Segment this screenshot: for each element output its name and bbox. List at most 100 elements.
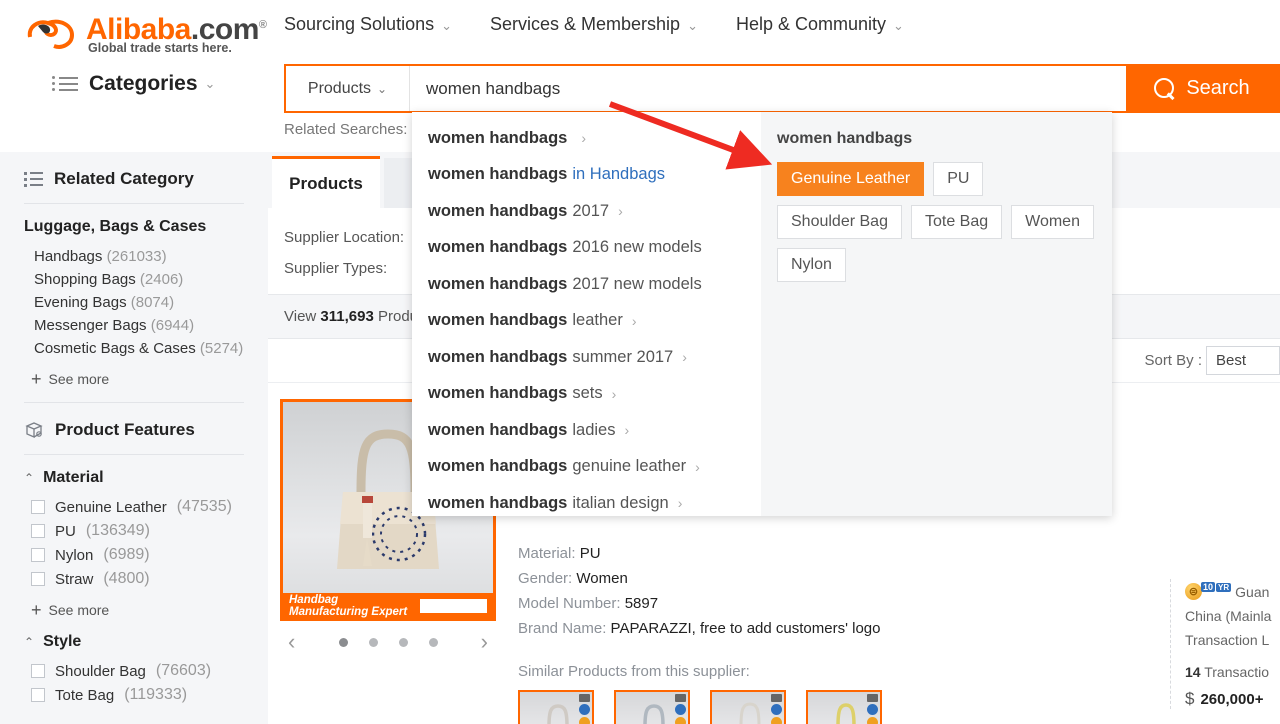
suggestion-item[interactable]: women handbags › xyxy=(412,120,761,157)
suggestion-rest: summer 2017 xyxy=(572,348,673,367)
category-count: (6944) xyxy=(151,317,194,334)
refinement-chip-women[interactable]: Women xyxy=(1011,205,1094,239)
suggestion-rest: 2017 xyxy=(572,202,609,221)
alibaba-logo[interactable]: Alibaba.com® Global trade starts here. xyxy=(26,11,262,55)
facet-option-tote-bag[interactable]: Tote Bag (119333) xyxy=(24,683,244,707)
suggestion-rest: italian design xyxy=(572,494,668,513)
chevron-right-icon[interactable]: › xyxy=(481,631,488,653)
refinement-chip-pu[interactable]: PU xyxy=(933,162,983,196)
gallery-dot[interactable] xyxy=(429,638,438,647)
similar-product-thumb[interactable]: Handbag Manufacturing Expert xyxy=(806,690,882,724)
suggestion-rest: 2016 new models xyxy=(572,238,701,257)
suggestion-item[interactable]: women handbags leather › xyxy=(412,303,761,340)
banner-text: Handbag Manufacturing Expert xyxy=(289,594,420,618)
sidebar-category-shopping-bags[interactable]: Shopping Bags (2406) xyxy=(24,268,244,291)
facet-option-genuine-leather[interactable]: Genuine Leather (47535) xyxy=(24,495,244,519)
suggestion-rest: sets xyxy=(572,384,602,403)
suggestion-item[interactable]: women handbags 2016 new models xyxy=(412,230,761,267)
suggestion-item[interactable]: women handbags genuine leather › xyxy=(412,449,761,486)
spec-model-number: Model Number: 5897 xyxy=(518,591,1280,616)
checkbox[interactable] xyxy=(31,524,45,538)
facet-header-style[interactable]: ⌃ Style xyxy=(24,633,244,651)
assessed-badge-icon xyxy=(771,694,782,702)
facet-option-pu[interactable]: PU (136349) xyxy=(24,519,244,543)
checkbox[interactable] xyxy=(31,548,45,562)
chip-label: PU xyxy=(947,170,969,187)
gallery-dot[interactable] xyxy=(369,638,378,647)
gallery-dot[interactable] xyxy=(339,638,348,647)
sidebar-category-cosmetic-bags-cases[interactable]: Cosmetic Bags & Cases (5274) xyxy=(24,337,244,360)
suggestion-item[interactable]: women handbags 2017 new models xyxy=(412,266,761,303)
categories-button[interactable]: Categories ⌄ xyxy=(52,72,215,96)
chevron-down-icon: ⌄ xyxy=(441,18,452,34)
search-scope-label: Products xyxy=(308,80,371,98)
checkbox[interactable] xyxy=(31,572,45,586)
suggestion-bold: women handbags xyxy=(428,348,567,367)
facet-option-nylon[interactable]: Nylon (6989) xyxy=(24,543,244,567)
suggestion-bold: women handbags xyxy=(428,238,567,257)
chevron-down-icon: ⌄ xyxy=(893,18,904,34)
chevron-down-icon: ⌄ xyxy=(205,76,216,92)
sidebar-category-handbags[interactable]: Handbags (261033) xyxy=(24,245,244,268)
thumb-badges xyxy=(771,694,782,724)
suggestion-item[interactable]: women handbags ladies › xyxy=(412,412,761,449)
topnav-item-help-community[interactable]: Help & Community⌄ xyxy=(736,14,904,35)
topnav-item-services-membership[interactable]: Services & Membership⌄ xyxy=(490,14,698,35)
material-see-more-button[interactable]: + See more xyxy=(31,601,244,619)
chevron-right-icon: › xyxy=(695,459,700,475)
refinement-chip-tote-bag[interactable]: Tote Bag xyxy=(911,205,1002,239)
gallery-dot[interactable] xyxy=(399,638,408,647)
category-see-more-button[interactable]: + See more xyxy=(31,370,244,388)
list-icon xyxy=(52,76,78,92)
facet-option-label: Straw xyxy=(55,571,93,588)
chevron-right-icon: › xyxy=(682,349,687,365)
sidebar-category-messenger-bags[interactable]: Messenger Bags (6944) xyxy=(24,314,244,337)
suggestion-item[interactable]: women handbags 2017 › xyxy=(412,193,761,230)
topnav-label: Services & Membership xyxy=(490,14,680,34)
facet-title: Material xyxy=(43,469,103,487)
suggestion-item[interactable]: women handbags italian design › xyxy=(412,485,761,522)
refinement-chip-genuine-leather[interactable]: Genuine Leather xyxy=(777,162,924,196)
similar-product-thumb[interactable]: Handbag Manufacturing Expert xyxy=(710,690,786,724)
see-more-label: See more xyxy=(49,602,110,618)
facet-option-shoulder-bag[interactable]: Shoulder Bag (76603) xyxy=(24,659,244,683)
similar-product-thumb[interactable]: Handbag Manufacturing Expert xyxy=(614,690,690,724)
suggestion-item[interactable]: women handbags in Handbags xyxy=(412,157,761,194)
cube-icon xyxy=(24,421,44,439)
facet-option-straw[interactable]: Straw (4800) xyxy=(24,567,244,591)
trade-assurance-icon xyxy=(867,704,878,715)
sidebar-category-evening-bags[interactable]: Evening Bags (8074) xyxy=(24,291,244,314)
search-button[interactable]: Search xyxy=(1126,66,1278,111)
chevron-left-icon[interactable]: ‹ xyxy=(288,631,295,653)
checkbox[interactable] xyxy=(31,688,45,702)
search-scope-select[interactable]: Products⌄ xyxy=(286,66,410,111)
spec-key: Gender: xyxy=(518,570,572,587)
filter-label: Supplier Location: xyxy=(284,229,404,246)
suggestion-item[interactable]: women handbags sets › xyxy=(412,376,761,413)
category-count: (261033) xyxy=(107,248,167,265)
spec-brand-name: Brand Name: PAPARAZZI, free to add custo… xyxy=(518,616,1280,641)
category-label: Evening Bags xyxy=(34,294,127,311)
spec-key: Material: xyxy=(518,545,576,562)
view-prefix: View xyxy=(284,308,316,325)
suggestion-item[interactable]: women handbags summer 2017 › xyxy=(412,339,761,376)
topnav-item-sourcing-solutions[interactable]: Sourcing Solutions⌄ xyxy=(284,14,452,35)
brand-mark: PAPARAZZI xyxy=(420,599,487,613)
refinement-chip-nylon[interactable]: Nylon xyxy=(777,248,846,282)
product-features-title: Product Features xyxy=(55,420,195,440)
sort-by-select[interactable]: Best xyxy=(1206,346,1280,375)
refinement-chip-shoulder-bag[interactable]: Shoulder Bag xyxy=(777,205,902,239)
facet-header-material[interactable]: ⌃ Material xyxy=(24,469,244,487)
chip-label: Shoulder Bag xyxy=(791,213,888,230)
supplier-name-row[interactable]: ⊜ 10 YR Guan xyxy=(1185,579,1280,604)
facet-option-count: (76603) xyxy=(156,662,211,680)
checkbox[interactable] xyxy=(31,664,45,678)
tab-products[interactable]: Products xyxy=(272,156,380,208)
search-input[interactable] xyxy=(410,66,1126,111)
checkbox[interactable] xyxy=(31,500,45,514)
tab-label: Products xyxy=(289,174,363,194)
spec-value: 5897 xyxy=(625,595,658,612)
gold-supplier-icon: ⊜ xyxy=(1185,583,1202,600)
chip-label: Tote Bag xyxy=(925,213,988,230)
similar-product-thumb[interactable]: Handbag Manufacturing Expert xyxy=(518,690,594,724)
